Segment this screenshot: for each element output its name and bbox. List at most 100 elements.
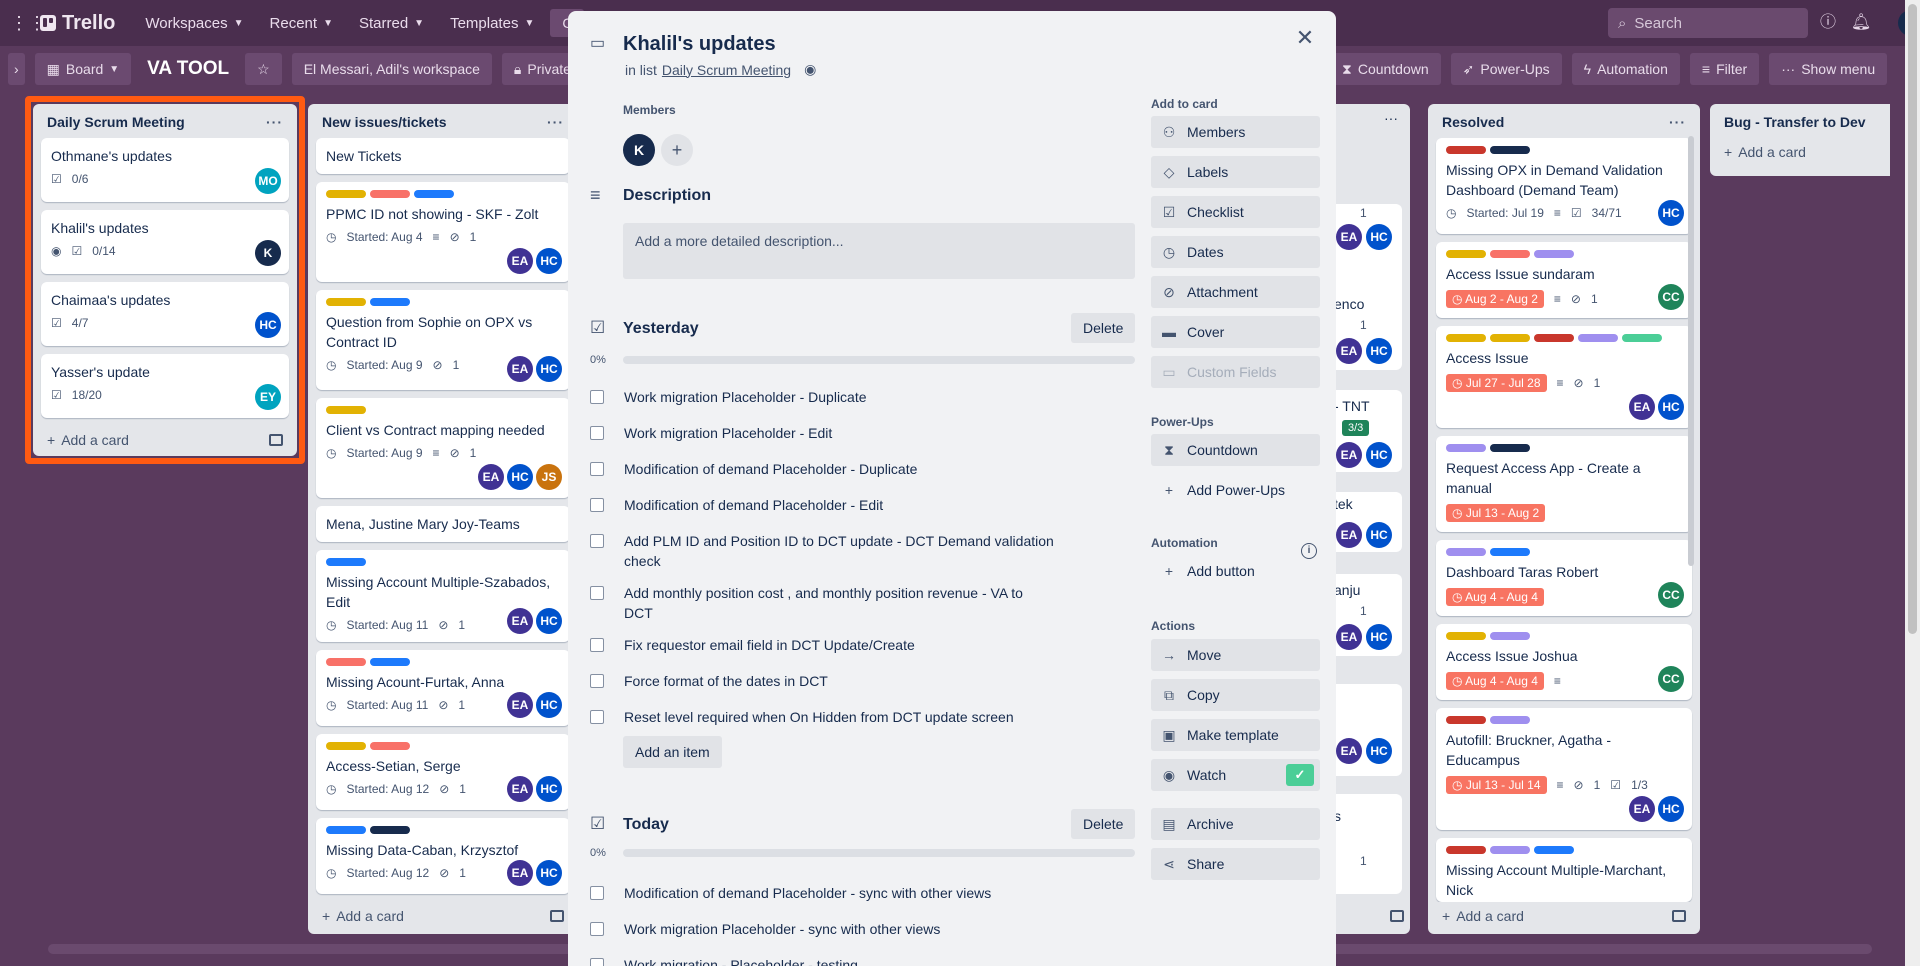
checklist-item-text[interactable]: Reset level required when On Hidden from…: [624, 707, 1014, 727]
checklist-item-checkbox[interactable]: [590, 586, 604, 600]
due-date-badge[interactable]: ◷ Aug 4 - Aug 4: [1446, 672, 1544, 690]
sidebar-toggle-button[interactable]: ›: [8, 53, 25, 85]
card-new-tickets[interactable]: New Tickets: [316, 138, 570, 174]
card-fragment[interactable]: EA HC: [1330, 684, 1402, 776]
card-access-issue-sundaram[interactable]: Access Issue sundaram ◷ Aug 2 - Aug 2 ≡ ⊘ 1…: [1436, 242, 1692, 318]
avatar[interactable]: HC: [536, 248, 562, 274]
nav-templates[interactable]: Templates ▼: [440, 9, 544, 38]
checklist-item[interactable]: Modification of demand Placeholder - Dup…: [590, 459, 1110, 479]
checklist-title[interactable]: Yesterday: [623, 320, 699, 338]
template-icon[interactable]: [550, 910, 564, 922]
avatar[interactable]: K: [255, 240, 281, 266]
cover-button[interactable]: ▬ Cover: [1151, 316, 1320, 348]
description-input[interactable]: Add a more detailed description...: [623, 223, 1135, 279]
add-card-button[interactable]: + Add a card: [316, 902, 570, 930]
avatar[interactable]: EA: [1336, 442, 1362, 468]
make-template-button[interactable]: ▣ Make template: [1151, 719, 1320, 751]
card-fragment[interactable]: - TNT 3/3 EA HC: [1330, 390, 1402, 472]
checklist-item-checkbox[interactable]: [590, 886, 604, 900]
avatar[interactable]: HC: [1366, 224, 1392, 250]
delete-checklist-button[interactable]: Delete: [1071, 809, 1136, 839]
checklist-item-checkbox[interactable]: [590, 674, 604, 688]
move-button[interactable]: → Move: [1151, 639, 1320, 671]
trello-logo[interactable]: Trello: [40, 12, 115, 35]
card-access-setian[interactable]: Access-Setian, Serge ◷ Started: Aug 12 ⊘ 1 …: [316, 734, 570, 810]
avatar[interactable]: EA: [507, 248, 533, 274]
list-scrollbar[interactable]: [1688, 136, 1694, 566]
search-input[interactable]: ⌕ Search: [1608, 8, 1808, 38]
card-missing-account-szabados[interactable]: Missing Account Multiple-Szabados, Edit …: [316, 550, 570, 642]
notifications-bell-icon[interactable]: 🔔︎: [1850, 12, 1872, 34]
avatar[interactable]: EA: [1336, 522, 1362, 548]
template-icon[interactable]: [1672, 910, 1686, 922]
add-card-button[interactable]: + Add a card: [41, 426, 289, 454]
card-title-field[interactable]: Khalil's updates: [623, 33, 776, 56]
avatar[interactable]: HC: [536, 692, 562, 718]
avatar[interactable]: EA: [507, 776, 533, 802]
avatar[interactable]: HC: [1366, 738, 1392, 764]
avatar[interactable]: HC: [1366, 442, 1392, 468]
due-date-badge[interactable]: ◷ Jul 13 - Aug 2: [1446, 504, 1546, 522]
card-khalils-updates[interactable]: Khalil's updates ◉ ☑ 0/14 K: [41, 210, 289, 274]
checklist-item-checkbox[interactable]: [590, 638, 604, 652]
archive-button[interactable]: ▤ Archive: [1151, 808, 1320, 840]
card-missing-acount-furtak[interactable]: Missing Acount-Furtak, Anna ◷ Started: Au…: [316, 650, 570, 726]
avatar[interactable]: EA: [478, 464, 504, 490]
info-icon[interactable]: ⓘ: [1817, 12, 1839, 34]
list-title[interactable]: Resolved: [1442, 114, 1504, 130]
due-date-badge[interactable]: ◷ Jul 27 - Jul 28: [1446, 374, 1547, 392]
checklist-item-checkbox[interactable]: [590, 498, 604, 512]
checklist-title[interactable]: Today: [623, 816, 669, 834]
list-menu-icon[interactable]: ···: [547, 114, 564, 130]
avatar[interactable]: CC: [1658, 284, 1684, 310]
checklist-item-text[interactable]: Modification of demand Placeholder - Dup…: [624, 459, 917, 479]
checklist-item-text[interactable]: Fix requestor email field in DCT Update/…: [624, 635, 915, 655]
avatar[interactable]: HC: [1366, 522, 1392, 548]
avatar[interactable]: HC: [1658, 200, 1684, 226]
avatar[interactable]: EY: [255, 384, 281, 410]
checklist-button[interactable]: ☑ Checklist: [1151, 196, 1320, 228]
avatar[interactable]: HC: [255, 312, 281, 338]
checklist-item[interactable]: Force format of the dates in DCT: [590, 671, 1110, 691]
add-button-automation[interactable]: + Add button: [1151, 555, 1320, 587]
checklist-item-checkbox[interactable]: [590, 462, 604, 476]
eye-icon[interactable]: ◉: [804, 61, 816, 78]
close-icon[interactable]: ✕: [1290, 23, 1320, 53]
workspace-button[interactable]: El Messari, Adil's workspace: [291, 53, 492, 85]
list-title[interactable]: Bug - Transfer to Dev: [1724, 114, 1866, 130]
avatar[interactable]: EA: [1629, 796, 1655, 822]
checklist-item[interactable]: Add monthly position cost , and monthly …: [590, 583, 1110, 623]
checklist-item-checkbox[interactable]: [590, 922, 604, 936]
page-vertical-scrollbar[interactable]: [1905, 0, 1920, 966]
filter-button[interactable]: ≡ Filter: [1689, 53, 1760, 85]
checklist-item[interactable]: Work migration - Placeholder - testing: [590, 955, 1110, 966]
member-avatar[interactable]: K: [623, 134, 655, 166]
card-access-issue[interactable]: Access Issue ◷ Jul 27 - Jul 28 ≡ ⊘ 1 EA HC: [1436, 326, 1692, 428]
avatar[interactable]: EA: [1336, 338, 1362, 364]
checklist-item-text[interactable]: Work migration - Placeholder - testing: [624, 955, 858, 966]
app-switcher-icon[interactable]: ⋮⋮: [10, 11, 46, 35]
card-othmanes-updates[interactable]: Othmane's updates ☑ 0/6 MO: [41, 138, 289, 202]
checklist-item-text[interactable]: Force format of the dates in DCT: [624, 671, 828, 691]
card-access-issue-joshua[interactable]: Access Issue Joshua ◷ Aug 4 - Aug 4 ≡ CC: [1436, 624, 1692, 700]
checklist-item-text[interactable]: Add PLM ID and Position ID to DCT update…: [624, 531, 1054, 571]
avatar[interactable]: EA: [1629, 394, 1655, 420]
avatar[interactable]: HC: [536, 608, 562, 634]
list-title[interactable]: New issues/tickets: [322, 114, 447, 130]
nav-starred[interactable]: Starred ▼: [349, 9, 434, 38]
card-yassers-update[interactable]: Yasser's update ☑ 18/20 EY: [41, 354, 289, 418]
checklist-item[interactable]: Fix requestor email field in DCT Update/…: [590, 635, 1110, 655]
card-fragment[interactable]: tek EA HC: [1330, 492, 1402, 552]
card-missing-data-caban[interactable]: Missing Data-Caban, Krzysztof ◷ Started: …: [316, 818, 570, 894]
avatar[interactable]: HC: [1658, 796, 1684, 822]
star-board-button[interactable]: ☆: [245, 53, 282, 85]
due-date-badge[interactable]: ◷ Aug 2 - Aug 2: [1446, 290, 1544, 308]
add-item-button[interactable]: Add an item: [623, 736, 722, 768]
countdown-button[interactable]: ⧗ Countdown: [1330, 53, 1441, 85]
card-autofill-bruckner[interactable]: Autofill: Bruckner, Agatha - Educampus ◷…: [1436, 708, 1692, 830]
avatar[interactable]: EA: [507, 608, 533, 634]
card-missing-account-marchant[interactable]: Missing Account Multiple-Marchant, Nick: [1436, 838, 1692, 902]
due-date-badge[interactable]: ◷ Jul 13 - Jul 14: [1446, 776, 1547, 794]
card-question-from-sophie[interactable]: Question from Sophie on OPX vs Contract …: [316, 290, 570, 390]
due-date-badge[interactable]: ◷ Aug 4 - Aug 4: [1446, 588, 1544, 606]
